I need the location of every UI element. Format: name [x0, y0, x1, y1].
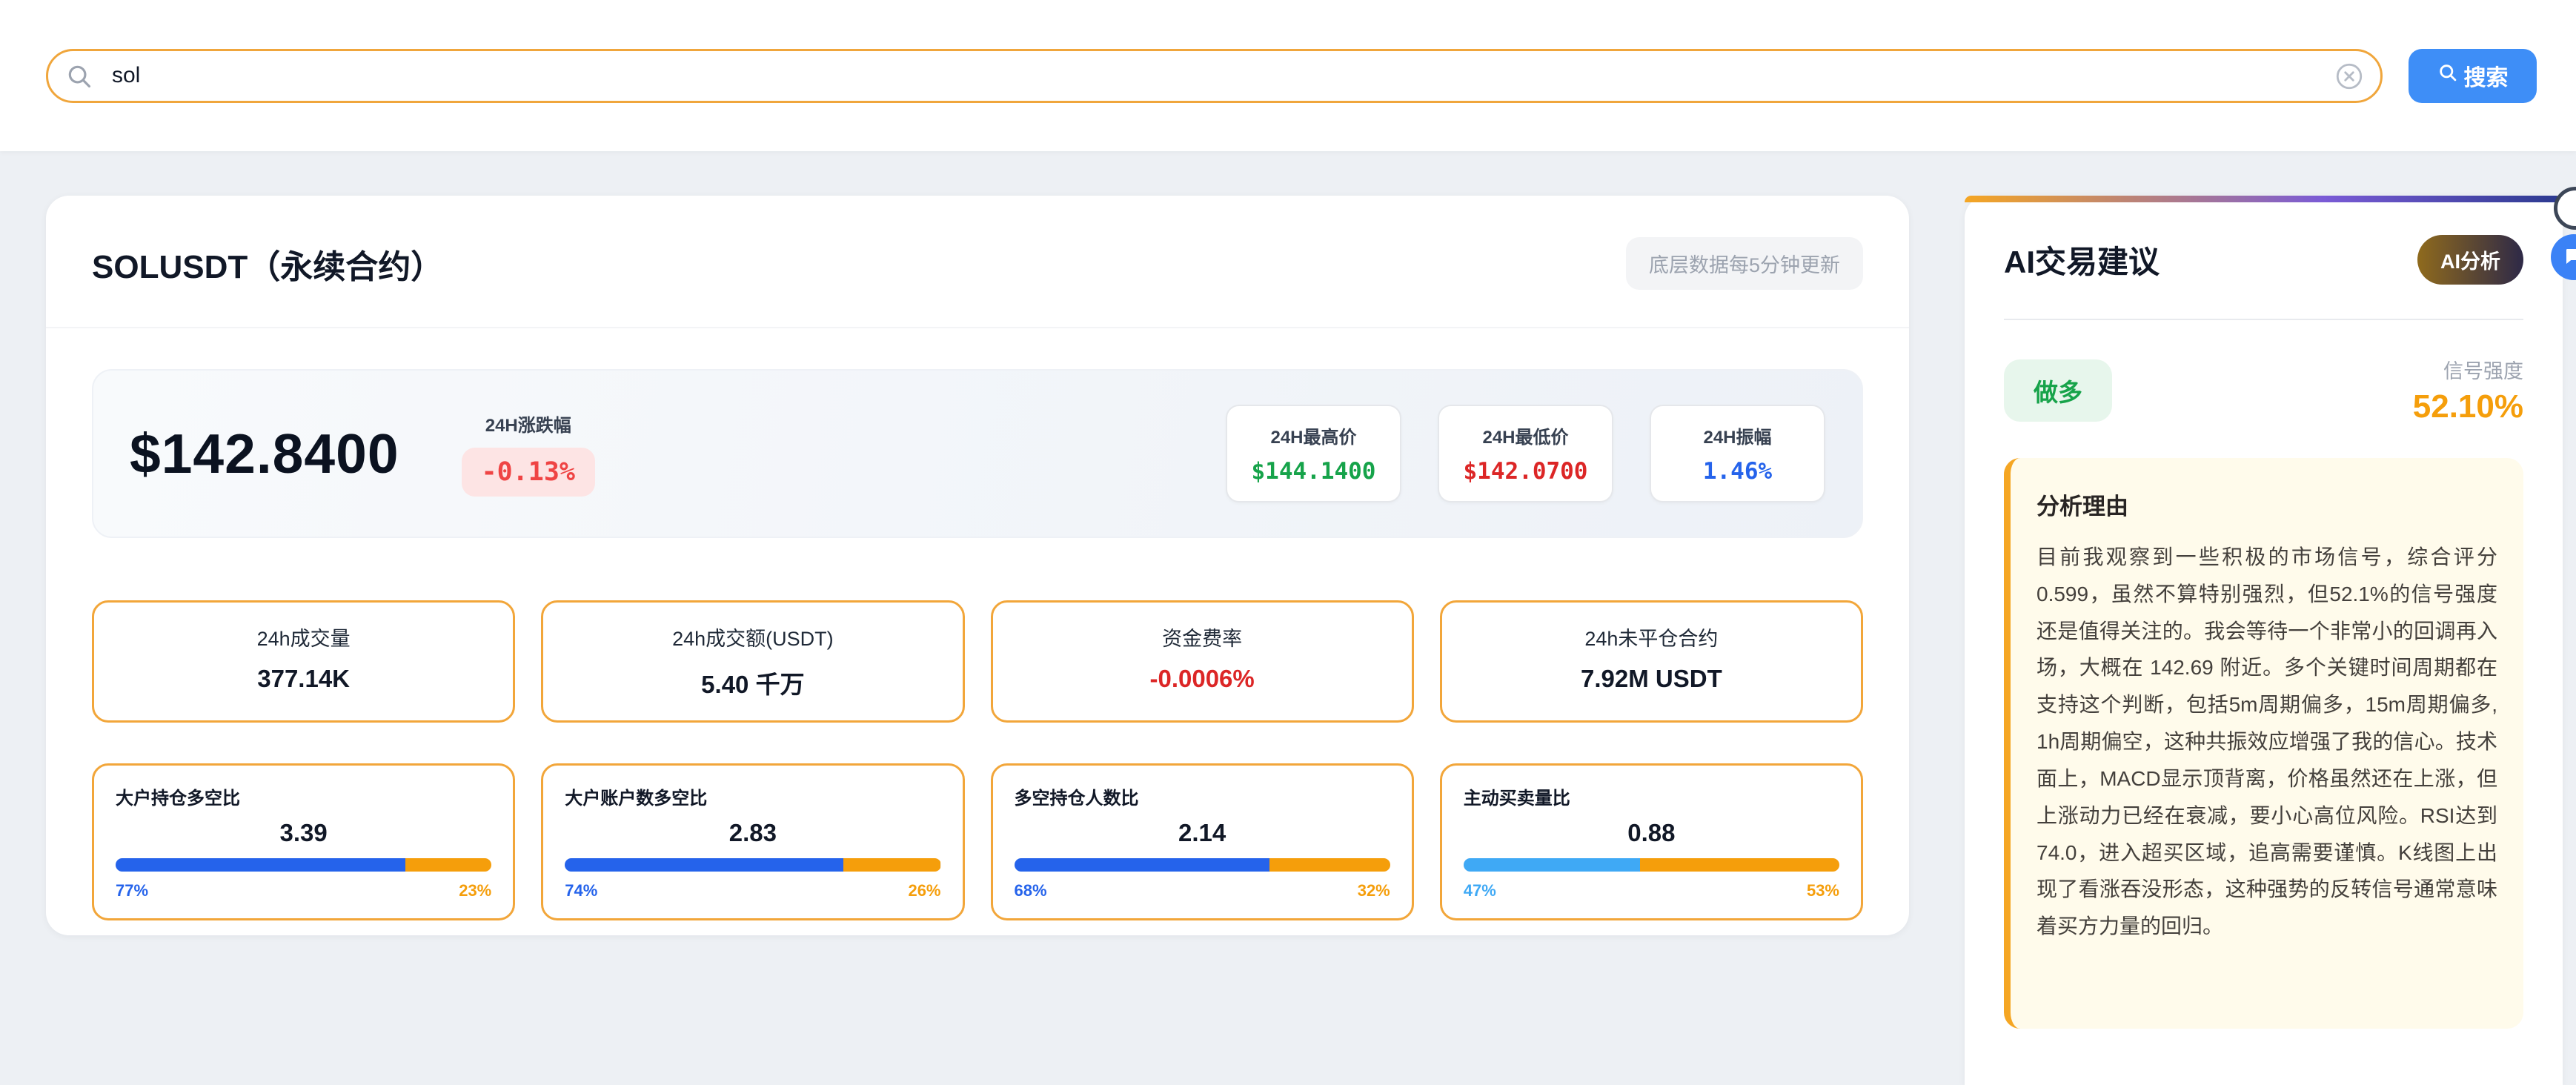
range-stat-card: 24H最高价 $144.1400: [1226, 405, 1401, 502]
analysis-reason-card: 分析理由 目前我观察到一些积极的市场信号，综合评分 0.599，虽然不算特别强烈…: [2004, 458, 2523, 1029]
ai-panel-header: AI交易建议 AI分析: [2004, 235, 2523, 320]
stat-card: 24h未平仓合约 7.92M USDT: [1440, 600, 1863, 723]
stat-card: 24h成交额(USDT) 5.40 千万: [541, 600, 964, 723]
stat-card-value: -0.0006%: [1008, 665, 1397, 693]
change-24h-value: -0.13%: [462, 448, 595, 497]
signal-row: 做多 信号强度 52.10%: [2004, 355, 2523, 425]
ratio-card-label: 大户账户数多空比: [565, 783, 940, 809]
stat-cards-row: 24h成交量 377.14K 24h成交额(USDT) 5.40 千万 资金费率 -0.0…: [92, 600, 1863, 723]
data-update-note: 底层数据每5分钟更新: [1626, 237, 1863, 290]
signal-strength-label: 信号强度: [2413, 355, 2523, 384]
clear-search-icon[interactable]: [2334, 61, 2365, 92]
ratio-short-percent: 26%: [908, 881, 940, 900]
signal-strength-value: 52.10%: [2413, 388, 2523, 425]
range-stats-group: 24H最高价 $144.1400 24H最低价 $142.0700 24H振幅 1.46%: [1189, 405, 1825, 502]
ratio-bar: [116, 858, 491, 872]
ratio-short-percent: 53%: [1807, 881, 1839, 900]
stat-card: 24h成交量 377.14K: [92, 600, 515, 723]
search-button[interactable]: 搜索: [2409, 49, 2537, 103]
ratio-cards-row: 大户持仓多空比 3.39 77% 23% 大户账户数多空比 2.83 74% 26% 多空持仓人…: [92, 763, 1863, 920]
range-stat-value: $144.1400: [1234, 458, 1393, 485]
ratio-card-value: 0.88: [1464, 819, 1839, 847]
ratio-card-label: 大户持仓多空比: [116, 783, 491, 809]
ratio-bar: [1464, 858, 1839, 872]
stat-card-label: 24h未平仓合约: [1457, 623, 1846, 651]
stat-card-label: 资金费率: [1008, 623, 1397, 651]
ratio-percentages: 77% 23%: [116, 881, 491, 900]
ratio-percentages: 68% 32%: [1015, 881, 1390, 900]
search-button-label: 搜索: [2464, 59, 2509, 92]
range-stat-label: 24H最高价: [1234, 422, 1393, 448]
ratio-long-percent: 47%: [1464, 881, 1496, 900]
range-stat-label: 24H最低价: [1446, 422, 1605, 448]
ratio-card: 大户账户数多空比 2.83 74% 26%: [541, 763, 964, 920]
ratio-bar: [1015, 858, 1390, 872]
ai-analysis-badge[interactable]: AI分析: [2417, 235, 2523, 285]
stat-card-label: 24h成交量: [109, 623, 498, 651]
stat-card-value: 7.92M USDT: [1457, 665, 1846, 693]
ratio-short-percent: 23%: [459, 881, 491, 900]
ratio-bar-long-segment: [1015, 858, 1270, 872]
direction-badge: 做多: [2004, 359, 2112, 422]
analysis-reason-title: 分析理由: [2036, 488, 2497, 521]
ratio-bar-short-segment: [843, 858, 941, 872]
range-stat-value: $142.0700: [1446, 458, 1605, 485]
ratio-bar-short-segment: [1269, 858, 1390, 872]
ratio-bar-short-segment: [1640, 858, 1839, 872]
ratio-short-percent: 32%: [1358, 881, 1390, 900]
chat-icon: [2563, 245, 2576, 270]
signal-strength-block: 信号强度 52.10%: [2413, 355, 2523, 425]
ratio-bar-long-segment: [1464, 858, 1640, 872]
ratio-card: 主动买卖量比 0.88 47% 53%: [1440, 763, 1863, 920]
ratio-bar-long-segment: [116, 858, 405, 872]
symbol-title: SOLUSDT（永续合约）: [92, 240, 443, 288]
change-24h-label: 24H涨跌幅: [462, 411, 595, 437]
search-button-icon: [2437, 62, 2458, 89]
ratio-card: 多空持仓人数比 2.14 68% 32%: [991, 763, 1414, 920]
market-card-header: SOLUSDT（永续合约） 底层数据每5分钟更新: [46, 196, 1909, 328]
ratio-card-value: 2.14: [1015, 819, 1390, 847]
ratio-long-percent: 68%: [1015, 881, 1047, 900]
range-stat-value: 1.46%: [1658, 458, 1817, 485]
search-icon: [65, 62, 93, 90]
ratio-bar-long-segment: [565, 858, 843, 872]
range-stat-label: 24H振幅: [1658, 422, 1817, 448]
ai-panel-title: AI交易建议: [2004, 237, 2160, 282]
ratio-percentages: 47% 53%: [1464, 881, 1839, 900]
ai-advice-panel: AI交易建议 AI分析 做多 信号强度 52.10% 分析理由 目前我观察到一些…: [1965, 196, 2563, 1085]
ratio-long-percent: 74%: [565, 881, 597, 900]
market-data-card: SOLUSDT（永续合约） 底层数据每5分钟更新 $142.8400 24H涨跌…: [46, 196, 1909, 935]
ratio-card-label: 主动买卖量比: [1464, 783, 1839, 809]
price-panel: $142.8400 24H涨跌幅 -0.13% 24H最高价$144.14002…: [92, 369, 1863, 538]
change-24h-block: 24H涨跌幅 -0.13%: [462, 411, 595, 497]
ai-panel-inner: AI交易建议 AI分析 做多 信号强度 52.10% 分析理由 目前我观察到一些…: [1965, 202, 2563, 1029]
stat-card-value: 377.14K: [109, 665, 498, 693]
ratio-bar-short-segment: [405, 858, 492, 872]
current-price: $142.8400: [130, 422, 399, 485]
search-input[interactable]: [46, 49, 2383, 103]
ratio-card-value: 2.83: [565, 819, 940, 847]
stat-card-label: 24h成交额(USDT): [558, 623, 947, 651]
panel-gradient-bar: [1965, 196, 2563, 202]
ratio-card-label: 多空持仓人数比: [1015, 783, 1390, 809]
ratio-card: 大户持仓多空比 3.39 77% 23%: [92, 763, 515, 920]
range-stat-card: 24H最低价 $142.0700: [1438, 405, 1613, 502]
stat-card: 资金费率 -0.0006%: [991, 600, 1414, 723]
stat-card-value: 5.40 千万: [558, 665, 947, 700]
ratio-long-percent: 77%: [116, 881, 148, 900]
ratio-card-value: 3.39: [116, 819, 491, 847]
ratio-bar: [565, 858, 940, 872]
analysis-reason-text: 目前我观察到一些积极的市场信号，综合评分 0.599，虽然不算特别强烈，但52.…: [2036, 539, 2497, 945]
range-stat-card: 24H振幅 1.46%: [1650, 405, 1825, 502]
search-field-wrap: [46, 49, 2383, 103]
top-search-bar: 搜索: [0, 0, 2576, 151]
ratio-percentages: 74% 26%: [565, 881, 940, 900]
